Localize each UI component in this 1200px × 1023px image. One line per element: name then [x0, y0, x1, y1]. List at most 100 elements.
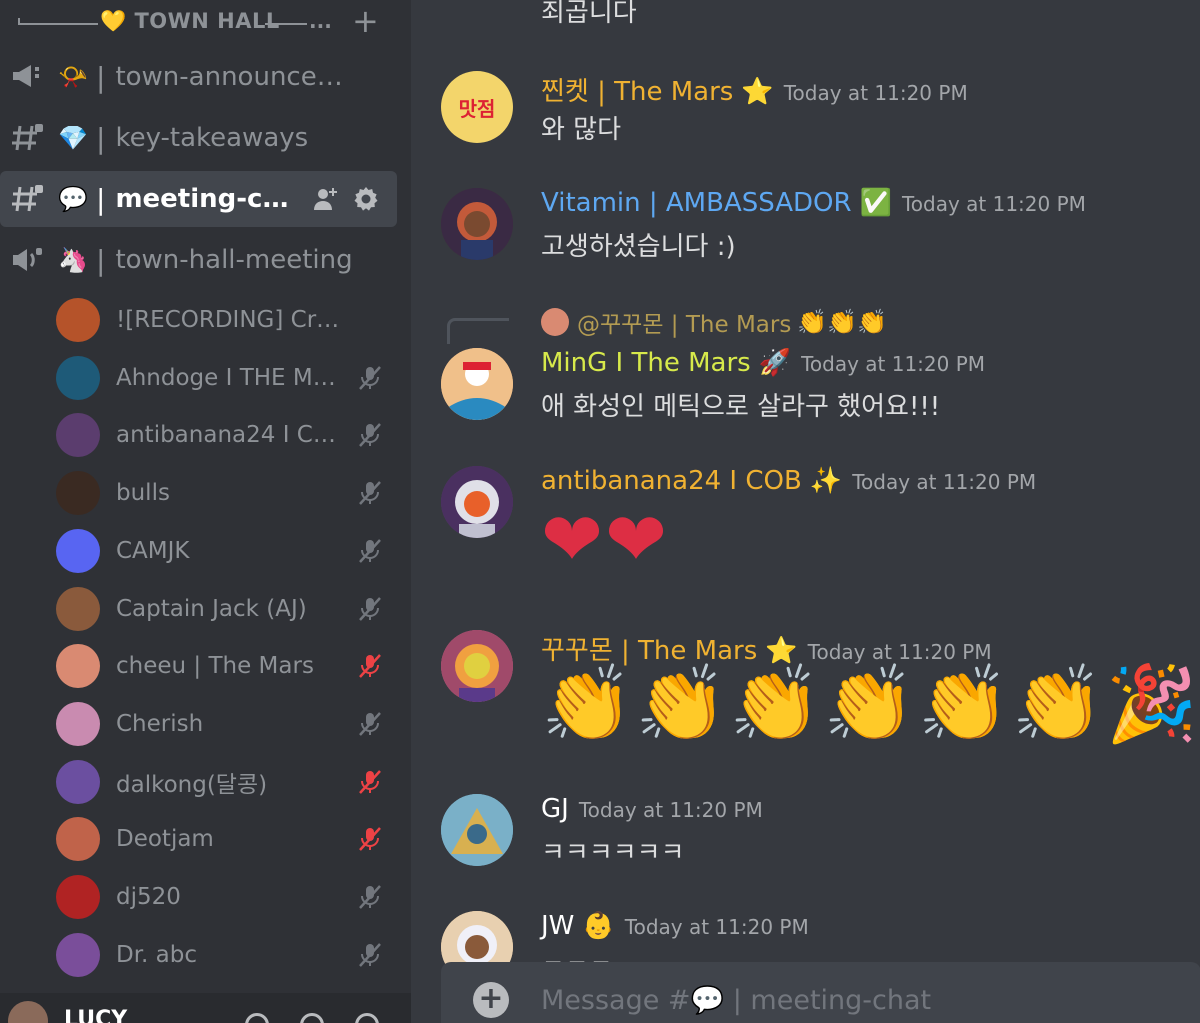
- message-avatar[interactable]: [441, 466, 513, 538]
- voice-user[interactable]: CAMJK: [56, 526, 391, 576]
- mic-icon[interactable]: [245, 1013, 269, 1023]
- voice-user-avatar: [56, 355, 100, 400]
- announcement-channel-icon: [8, 57, 48, 97]
- text-channel-locked-icon: [8, 179, 48, 219]
- user-panel: LUCY: [0, 993, 411, 1023]
- voice-user-avatar: [56, 875, 100, 919]
- category-header[interactable]: 💛 TOWN HALL ... +: [0, 0, 411, 46]
- headphones-icon[interactable]: [300, 1013, 324, 1023]
- create-invite-icon[interactable]: [313, 186, 339, 212]
- message-header: antibanana24 I COB ✨ Today at 11:20 PM: [541, 466, 1036, 496]
- stage-channel-icon: [8, 240, 48, 280]
- voice-user-name: dj520: [116, 884, 181, 910]
- channel-name: town-hall-meeting: [115, 245, 353, 275]
- attach-plus-button[interactable]: +: [473, 982, 509, 1018]
- voice-user[interactable]: Ahndoge I THE MA...: [56, 353, 391, 403]
- voice-user-avatar: [56, 471, 100, 516]
- message-content: 애 화성인 메틱으로 살라구 했어요!!!: [541, 392, 941, 422]
- channel-town-hall-meeting[interactable]: 🦄 | town-hall-meeting: [0, 232, 397, 288]
- message-content-partial: 죄곱니다: [541, 0, 637, 28]
- message-avatar[interactable]: [441, 630, 513, 702]
- voice-user[interactable]: bulls: [56, 468, 391, 518]
- channel-emoji: 🦄: [58, 246, 88, 274]
- user-name: LUCY: [64, 1007, 128, 1023]
- voice-user-avatar: [56, 759, 100, 804]
- message-avatar[interactable]: [441, 188, 513, 260]
- message-header: MinG I The Mars 🚀 Today at 11:20 PM: [541, 348, 985, 378]
- voice-user-name: Ahndoge I THE MA...: [116, 364, 346, 391]
- channel-sidebar: 💛 TOWN HALL ... + 📯 | town-announceme...…: [0, 0, 411, 1023]
- reply-connector: [447, 318, 509, 344]
- channel-meeting-chat[interactable]: 💬 | meeting-chat: [0, 171, 397, 227]
- verified-badge-icon: ✅: [859, 188, 892, 218]
- voice-user-name: cheeu | The Mars: [116, 653, 314, 680]
- message-timestamp: Today at 11:20 PM: [901, 192, 1086, 216]
- chat-pane: 죄곱니다 맛점 찐켓 | The Mars ⭐ Today at 11:20 P…: [411, 0, 1200, 1023]
- message-author[interactable]: 찐켓 | The Mars: [541, 71, 733, 108]
- clap-emoji-content: 👏👏👏👏👏👏🎉: [541, 661, 1200, 747]
- voice-user-avatar: [56, 298, 100, 342]
- channel-key-takeaways[interactable]: 💎 | key-takeaways: [0, 110, 397, 166]
- channel-separator: |: [96, 243, 106, 277]
- message-author[interactable]: GJ: [541, 794, 569, 824]
- message-avatar[interactable]: [441, 794, 513, 866]
- message-header: 찐켓 | The Mars ⭐ Today at 11:20 PM: [541, 71, 968, 108]
- voice-user[interactable]: Deotjam: [56, 814, 391, 864]
- message-author[interactable]: antibanana24 I COB: [541, 466, 802, 496]
- muted-mic-icon: [359, 423, 381, 448]
- category-title[interactable]: 💛 TOWN HALL: [100, 9, 280, 34]
- heart-emoji-content: ❤❤: [541, 497, 670, 583]
- voice-user[interactable]: Cherish: [56, 699, 391, 749]
- message-timestamp: Today at 11:20 PM: [852, 470, 1037, 494]
- voice-user-avatar: [56, 817, 100, 862]
- muted-mic-icon: [359, 481, 381, 505]
- voice-user-name: Deotjam: [116, 826, 214, 853]
- reply-reference[interactable]: @꾸꾸몬 | The Mars 👏👏👏: [541, 305, 887, 339]
- voice-user-name: Dr. abc: [116, 941, 198, 968]
- message-header: GJ Today at 11:20 PM: [541, 794, 763, 824]
- text-channel-locked-icon: [8, 118, 48, 158]
- channel-settings-gear-icon[interactable]: [353, 186, 379, 212]
- channel-emoji: 💬: [58, 185, 88, 213]
- message-input-bar[interactable]: + Message #💬 | meeting-chat: [441, 962, 1200, 1023]
- message-timestamp: Today at 11:20 PM: [801, 352, 986, 376]
- channel-town-announcements[interactable]: 📯 | town-announceme...: [0, 49, 397, 105]
- sparkles-icon: ✨: [809, 466, 843, 496]
- voice-user[interactable]: ![RECORDING] Craig: [56, 295, 391, 345]
- star-icon: ⭐: [741, 77, 774, 107]
- user-settings-icon[interactable]: [355, 1013, 379, 1023]
- channel-separator: |: [96, 182, 106, 216]
- message-author[interactable]: JW: [541, 911, 574, 941]
- channel-name: meeting-chat: [115, 184, 306, 214]
- voice-user[interactable]: cheeu | The Mars: [56, 641, 391, 691]
- category-divider-left: [18, 23, 98, 25]
- muted-mic-icon: [359, 596, 381, 621]
- voice-user-name: CAMJK: [116, 537, 190, 564]
- voice-user[interactable]: Dr. abc: [56, 930, 391, 980]
- voice-user-avatar: [56, 413, 100, 458]
- message-header: Vitamin | AMBASSADOR ✅ Today at 11:20 PM: [541, 188, 1086, 218]
- voice-user[interactable]: Captain Jack (AJ): [56, 584, 391, 634]
- channel-name: key-takeaways: [115, 123, 309, 153]
- message-input-placeholder[interactable]: Message #💬 | meeting-chat: [541, 984, 931, 1016]
- voice-user[interactable]: dalkong(달콩): [56, 757, 391, 807]
- category-ellipsis: ...: [309, 9, 332, 33]
- user-avatar[interactable]: [8, 1001, 48, 1023]
- reply-avatar: [541, 308, 569, 336]
- muted-mic-icon: [359, 885, 381, 909]
- muted-mic-icon: [359, 827, 381, 852]
- message-avatar[interactable]: [441, 348, 513, 420]
- message-content: ㅋㅋㅋㅋㅋㅋ: [541, 838, 685, 868]
- avatar-text: 맛점: [458, 96, 496, 121]
- voice-user[interactable]: dj520: [56, 872, 391, 922]
- message-author[interactable]: Vitamin | AMBASSADOR: [541, 188, 852, 218]
- voice-user-name: dalkong(달콩): [116, 771, 268, 798]
- message-author[interactable]: MinG I The Mars: [541, 348, 751, 378]
- baby-emoji-icon: 👶: [582, 911, 615, 941]
- create-channel-button[interactable]: +: [352, 5, 379, 37]
- voice-user-avatar: [56, 701, 100, 746]
- voice-user[interactable]: antibanana24 I COB: [56, 410, 391, 460]
- message-avatar[interactable]: 맛점: [441, 71, 513, 143]
- voice-user-avatar: [56, 586, 100, 631]
- voice-user-name: ![RECORDING] Craig: [116, 307, 346, 333]
